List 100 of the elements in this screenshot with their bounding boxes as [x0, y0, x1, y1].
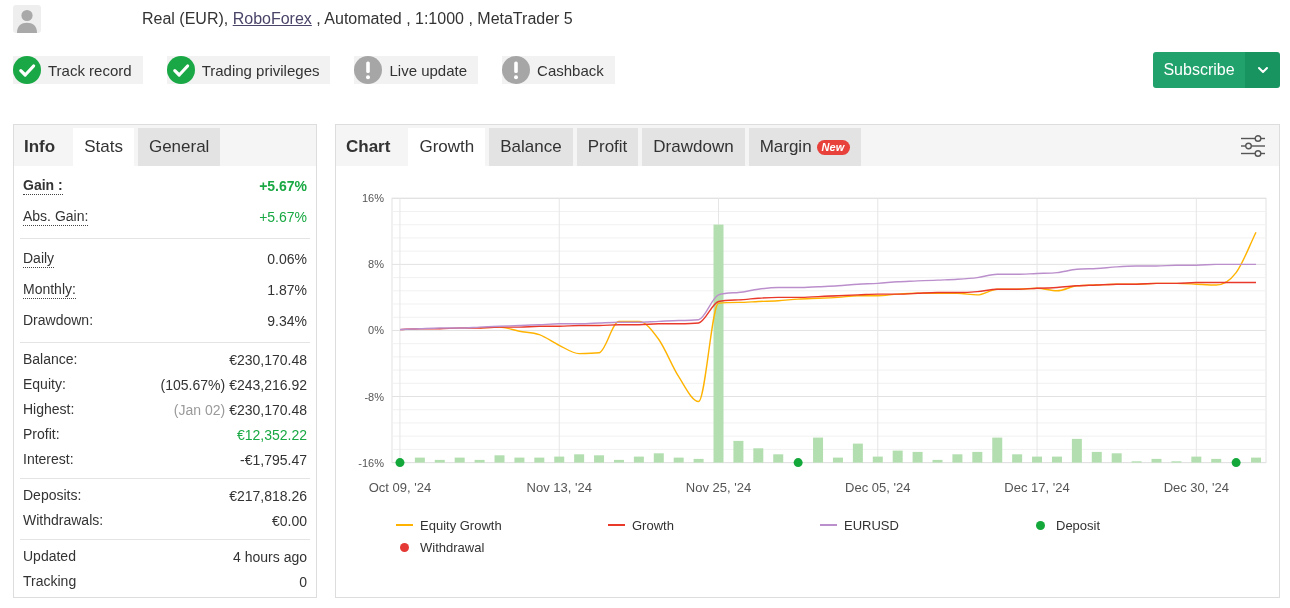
- badge-label: Live update: [389, 61, 468, 79]
- chart-bar: [1051, 456, 1062, 463]
- legend-label: EURUSD: [844, 517, 899, 533]
- chart-bar: [872, 456, 883, 463]
- chart-bar: [912, 451, 923, 463]
- stat-label: Tracking: [23, 572, 77, 591]
- stat-value: €217,818.26: [229, 487, 307, 504]
- chart-bar: [434, 459, 445, 463]
- chart-bar: [753, 448, 764, 463]
- chart-bar: [773, 454, 784, 463]
- chart-bar: [534, 457, 545, 463]
- stat-label: Updated: [23, 547, 76, 566]
- chart-bar: [1211, 458, 1222, 463]
- chart-bar: [1191, 456, 1202, 463]
- stat-label: Withdrawals:: [23, 511, 104, 530]
- stat-value: +5.67%: [259, 208, 307, 225]
- new-badge: New: [816, 139, 851, 155]
- stat-note: (105.67%): [160, 376, 226, 393]
- stat-note: (Jan 02): [173, 401, 226, 418]
- chart-bar: [613, 459, 624, 463]
- stat-value: 1.87%: [267, 281, 307, 298]
- stat-value: 0: [299, 573, 307, 590]
- chart-bar: [594, 455, 605, 463]
- badge-label: Trading privileges: [201, 61, 320, 79]
- tab[interactable]: Drawdown: [642, 128, 745, 166]
- stat-label: Gain :: [23, 176, 63, 195]
- panel-heading: Chart: [345, 136, 392, 158]
- chart-bar: [494, 455, 505, 463]
- badge-label: Cashback: [537, 61, 604, 79]
- stat-value: -€1,795.47: [240, 451, 307, 468]
- chart-bar: [414, 457, 425, 463]
- stat-label: Daily: [23, 249, 55, 268]
- chart-bar: [454, 457, 465, 463]
- y-axis-label: -8%: [364, 390, 384, 403]
- stat-label: Profit:: [23, 425, 60, 444]
- chart-bar: [514, 457, 525, 463]
- stat-label: Abs. Gain:: [23, 207, 89, 226]
- chart-bar: [832, 457, 843, 463]
- x-axis-label: Dec 30, '24: [1163, 480, 1229, 495]
- chart-bar: [1032, 456, 1043, 463]
- chart-bar: [673, 457, 684, 463]
- stat-label: Highest:: [23, 400, 75, 419]
- legend-label: Deposit: [1056, 517, 1101, 533]
- legend-label: Equity Growth: [420, 517, 502, 533]
- chart-bar: [1071, 438, 1082, 463]
- stat-value: 0.06%: [267, 250, 307, 267]
- x-axis-label: Nov 25, '24: [685, 480, 752, 495]
- chart-bar: [733, 440, 744, 463]
- legend-label: Growth: [632, 517, 674, 533]
- y-axis-label: 16%: [361, 192, 384, 205]
- chart-bar: [952, 454, 963, 463]
- account-summary: Real (EUR), RoboForex , Automated , 1:1000 , MetaTrader 5: [142, 10, 573, 28]
- chart-bar: [693, 458, 704, 463]
- y-axis-label: -16%: [358, 456, 384, 469]
- tab[interactable]: Balance: [489, 128, 573, 166]
- stat-label: Monthly:: [23, 280, 76, 299]
- stat-value: €0.00: [271, 512, 307, 529]
- tab[interactable]: General: [137, 128, 221, 166]
- stat-value: €230,170.48: [229, 351, 307, 368]
- tab[interactable]: Stats: [73, 128, 134, 166]
- chart-bar: [574, 454, 585, 463]
- stat-label: Deposits:: [23, 486, 82, 505]
- tab[interactable]: Profit: [576, 128, 639, 166]
- chart-bar: [892, 450, 903, 463]
- stat-value: +5.67%: [259, 177, 307, 194]
- stat-value: €243,216.92: [229, 376, 307, 393]
- tab[interactable]: Margin New: [748, 128, 862, 166]
- x-axis-label: Oct 09, '24: [368, 480, 432, 495]
- stat-value: €12,352.22: [236, 426, 307, 443]
- legend-label: Withdrawal: [420, 539, 485, 555]
- y-axis-label: 0%: [368, 324, 384, 337]
- panel-heading: Info: [23, 136, 57, 158]
- chart-bar: [1251, 457, 1262, 463]
- chart-bar: [1091, 451, 1102, 463]
- stat-label: Equity:: [23, 375, 66, 394]
- settings-button[interactable]: [1240, 133, 1266, 158]
- x-axis-label: Dec 05, '24: [845, 480, 911, 495]
- x-axis-label: Dec 17, '24: [1004, 480, 1070, 495]
- chart-bar: [653, 453, 664, 463]
- chart-bar: [972, 451, 983, 463]
- chart-bar: [932, 459, 943, 463]
- x-axis-label: Nov 13, '24: [526, 480, 592, 495]
- stat-label: Drawdown:: [23, 311, 94, 330]
- chart-bar: [633, 456, 644, 463]
- chart-bar: [992, 437, 1003, 463]
- stat-value: 4 hours ago: [233, 548, 307, 565]
- sliders-icon: [1241, 134, 1265, 157]
- broker-link[interactable]: RoboForex: [232, 10, 312, 27]
- stat-label: Balance:: [23, 350, 78, 369]
- chart-bar: [1012, 454, 1023, 463]
- stat-value: €230,170.48: [229, 401, 307, 418]
- chart-bar: [474, 459, 485, 463]
- chart-bar: [1151, 458, 1162, 463]
- dropdown-button[interactable]: [1245, 52, 1280, 88]
- chart-bar: [852, 443, 863, 463]
- avatar-icon: [13, 5, 41, 33]
- tab[interactable]: Growth: [408, 128, 486, 166]
- stat-label: Interest:: [23, 450, 74, 469]
- chart-bar: [1111, 453, 1122, 463]
- y-axis-label: 8%: [368, 258, 384, 271]
